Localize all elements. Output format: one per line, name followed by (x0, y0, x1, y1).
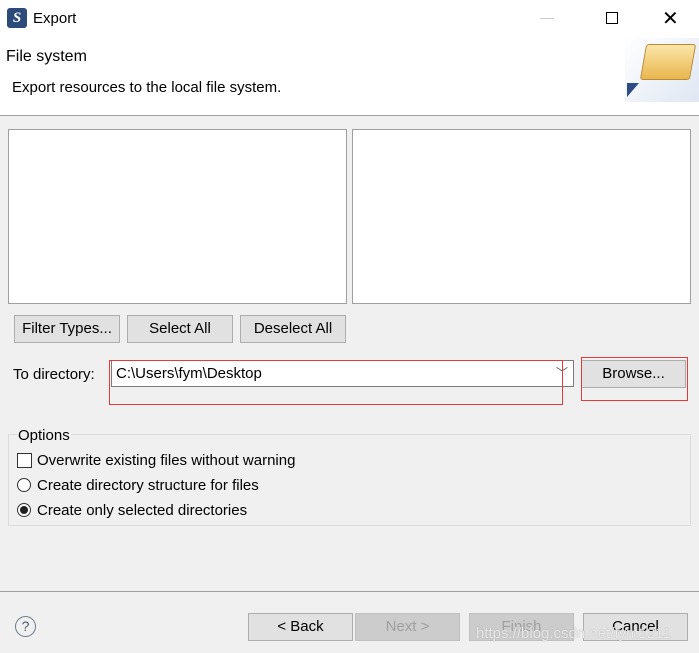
minimize-button[interactable] (540, 18, 554, 19)
wizard-header: File system Export resources to the loca… (0, 38, 699, 116)
create-selected-radio[interactable] (17, 503, 31, 517)
to-directory-label: To directory: (13, 366, 95, 383)
title-bar: S Export ✕ (0, 0, 699, 38)
watermark: https://blog.csdn.net/fym1211 (476, 625, 671, 642)
back-button[interactable]: < Back (248, 613, 353, 641)
page-title: File system (6, 48, 87, 65)
footer-divider (0, 591, 699, 592)
window-title: Export (33, 10, 77, 27)
filter-types-button[interactable]: Filter Types... (14, 315, 120, 343)
deselect-all-button[interactable]: Deselect All (240, 315, 346, 343)
maximize-button[interactable] (606, 12, 618, 24)
create-selected-label[interactable]: Create only selected directories (37, 502, 247, 519)
file-list[interactable] (352, 129, 691, 304)
options-legend: Options (17, 427, 71, 444)
create-structure-label[interactable]: Create directory structure for files (37, 477, 259, 494)
close-button[interactable]: ✕ (662, 6, 679, 31)
overwrite-checkbox[interactable] (17, 453, 32, 468)
create-structure-radio[interactable] (17, 478, 31, 492)
help-icon[interactable]: ? (15, 616, 36, 637)
eclipse-icon: S (7, 8, 27, 28)
page-description: Export resources to the local file syste… (12, 79, 282, 96)
overwrite-label[interactable]: Overwrite existing files without warning (37, 452, 295, 469)
folder-tree[interactable] (8, 129, 347, 304)
select-all-button[interactable]: Select All (127, 315, 233, 343)
options-group: Options Overwrite existing files without… (8, 427, 691, 526)
highlight-box (581, 357, 688, 401)
folder-icon (625, 38, 699, 102)
highlight-box (109, 360, 563, 405)
next-button: Next > (355, 613, 460, 641)
